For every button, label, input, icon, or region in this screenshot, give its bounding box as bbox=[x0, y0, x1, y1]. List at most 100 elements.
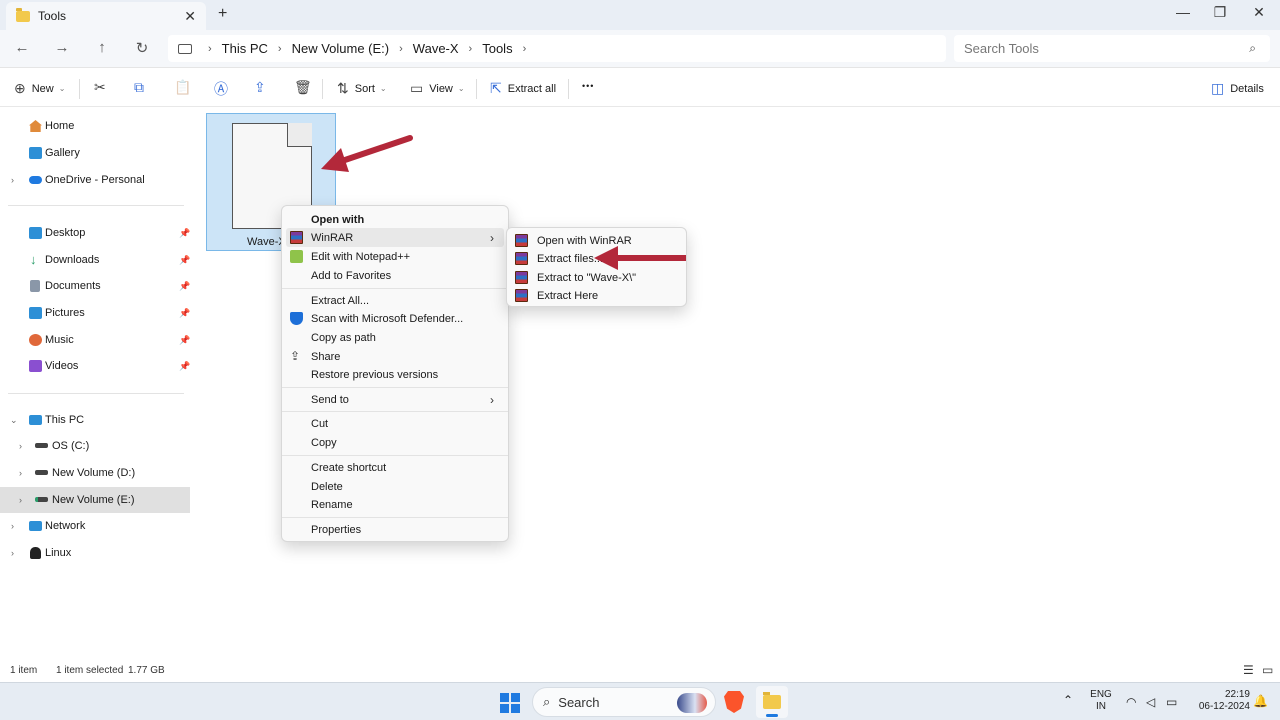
winrar-icon bbox=[515, 289, 528, 302]
start-button[interactable] bbox=[500, 693, 520, 713]
menu-item-label: Share bbox=[311, 350, 341, 363]
download-icon: ↓ bbox=[30, 252, 37, 267]
new-button[interactable]: ⊕ New ⌄ bbox=[14, 80, 65, 97]
menu-item-label: Extract All... bbox=[311, 294, 370, 307]
more-options-button[interactable]: ••• bbox=[582, 81, 594, 91]
sidebar-item-network[interactable]: › Network bbox=[0, 513, 190, 539]
battery-icon[interactable]: ▭ bbox=[1166, 695, 1177, 709]
rename-icon[interactable]: Ⓐ bbox=[214, 79, 228, 99]
volume-icon[interactable]: ◁ bbox=[1146, 695, 1155, 709]
sidebar-item-onedrive[interactable]: › OneDrive - Personal bbox=[0, 167, 190, 193]
search-input[interactable]: Search Tools ⌕ bbox=[954, 35, 1270, 62]
drive-icon bbox=[35, 497, 48, 502]
extract-all-button[interactable]: ⇱ Extract all bbox=[490, 80, 556, 97]
share-icon[interactable]: ⇪ bbox=[254, 79, 266, 96]
pin-icon[interactable]: 📌 bbox=[179, 335, 190, 346]
pin-icon[interactable]: 📌 bbox=[179, 281, 190, 292]
menu-item-cut[interactable]: Cut bbox=[286, 414, 504, 433]
sort-button[interactable]: ⇅ Sort ⌄ bbox=[337, 80, 387, 97]
details-view-icon[interactable]: ☰ bbox=[1243, 663, 1254, 677]
chevron-up-icon[interactable]: ⌃ bbox=[1063, 693, 1073, 707]
command-bar: ⊕ New ⌄ ✂ ⧉ 📋 Ⓐ ⇪ 🗑 ⇅ Sort ⌄ ▭ View ⌄ ⇱ … bbox=[0, 69, 1280, 107]
menu-item-winrar[interactable]: WinRAR › bbox=[286, 228, 504, 247]
menu-item-rename[interactable]: Rename bbox=[286, 495, 504, 514]
sidebar-item-this-pc[interactable]: ⌄ This PC bbox=[0, 407, 190, 433]
menu-item-create-shortcut[interactable]: Create shortcut bbox=[286, 458, 504, 477]
pin-icon[interactable]: 📌 bbox=[179, 255, 190, 266]
sidebar-item-linux[interactable]: › Linux bbox=[0, 540, 190, 566]
notification-bell-icon[interactable]: 🔔 bbox=[1253, 694, 1268, 708]
copy-icon[interactable]: ⧉ bbox=[134, 79, 144, 96]
winrar-icon bbox=[515, 234, 528, 247]
breadcrumb-separator: › bbox=[399, 42, 403, 55]
menu-item-edit-notepadpp[interactable]: Edit with Notepad++ bbox=[286, 247, 504, 266]
breadcrumb-this-pc[interactable]: This PC bbox=[222, 41, 268, 56]
folder-icon bbox=[763, 692, 781, 709]
back-button[interactable]: ← bbox=[12, 39, 32, 56]
sidebar-item-documents[interactable]: Documents 📌 bbox=[0, 273, 190, 299]
menu-item-properties[interactable]: Properties bbox=[286, 520, 504, 539]
breadcrumb-separator[interactable]: › bbox=[523, 43, 527, 55]
taskbar-search[interactable]: ⌕ Search bbox=[532, 687, 716, 717]
breadcrumb-new-volume-e[interactable]: New Volume (E:) bbox=[292, 41, 390, 56]
delete-icon[interactable]: 🗑 bbox=[294, 79, 312, 96]
chevron-right-icon[interactable]: › bbox=[19, 495, 22, 505]
menu-item-restore-versions[interactable]: Restore previous versions bbox=[286, 365, 504, 384]
new-tab-button[interactable]: + bbox=[218, 5, 227, 23]
menu-item-copy[interactable]: Copy bbox=[286, 433, 504, 452]
sort-icon: ⇅ bbox=[337, 80, 349, 96]
chevron-down-icon[interactable]: ⌄ bbox=[10, 415, 18, 426]
address-bar[interactable]: › This PC › New Volume (E:) › Wave-X › T… bbox=[168, 35, 946, 62]
submenu-item-extract-here[interactable]: Extract Here bbox=[511, 286, 684, 305]
forward-button[interactable]: → bbox=[52, 39, 72, 56]
chevron-right-icon[interactable]: › bbox=[11, 521, 14, 531]
sidebar-item-new-volume-e[interactable]: › New Volume (E:) bbox=[0, 487, 190, 513]
sidebar-item-new-volume-d[interactable]: › New Volume (D:) bbox=[0, 460, 190, 486]
paste-icon[interactable]: 📋 bbox=[174, 79, 191, 96]
tiles-view-icon[interactable]: ▭ bbox=[1262, 663, 1273, 677]
network-icon bbox=[29, 521, 42, 531]
chevron-right-icon[interactable]: › bbox=[19, 441, 22, 451]
chevron-right-icon[interactable]: › bbox=[11, 175, 14, 185]
breadcrumb-tools[interactable]: Tools bbox=[482, 41, 512, 56]
menu-item-scan-defender[interactable]: Scan with Microsoft Defender... bbox=[286, 309, 504, 328]
details-button[interactable]: ◫ Details bbox=[1211, 80, 1264, 97]
sidebar-item-os-c[interactable]: › OS (C:) bbox=[0, 433, 190, 459]
menu-item-share[interactable]: ⇪ Share bbox=[286, 347, 504, 366]
cut-icon[interactable]: ✂ bbox=[94, 79, 106, 96]
sidebar-item-home[interactable]: Home bbox=[0, 113, 190, 139]
chevron-right-icon[interactable]: › bbox=[11, 548, 14, 558]
language-indicator[interactable]: ENG IN bbox=[1088, 689, 1114, 713]
menu-divider bbox=[282, 455, 508, 456]
sidebar-item-pictures[interactable]: Pictures 📌 bbox=[0, 300, 190, 326]
pin-icon[interactable]: 📌 bbox=[179, 308, 190, 319]
defender-shield-icon bbox=[290, 312, 303, 325]
breadcrumb-wave-x[interactable]: Wave-X bbox=[413, 41, 459, 56]
refresh-button[interactable]: ↻ bbox=[132, 39, 152, 57]
chevron-right-icon[interactable]: › bbox=[19, 468, 22, 478]
clock[interactable]: 22:19 06-12-2024 bbox=[1190, 689, 1250, 713]
menu-item-add-favorites[interactable]: Add to Favorites bbox=[286, 266, 504, 285]
sidebar-item-downloads[interactable]: ↓ Downloads 📌 bbox=[0, 247, 190, 273]
menu-item-send-to[interactable]: Send to › bbox=[286, 390, 504, 409]
sidebar-item-music[interactable]: Music 📌 bbox=[0, 327, 190, 353]
close-window-button[interactable]: ✕ bbox=[1244, 4, 1274, 21]
sidebar-item-gallery[interactable]: Gallery bbox=[0, 140, 190, 166]
sidebar-item-desktop[interactable]: Desktop 📌 bbox=[0, 220, 190, 246]
wifi-icon[interactable]: ◠ bbox=[1126, 695, 1136, 709]
brave-browser-icon[interactable] bbox=[724, 691, 744, 713]
tab-close-icon[interactable]: ✕ bbox=[184, 8, 196, 25]
menu-item-copy-as-path[interactable]: Copy as path bbox=[286, 328, 504, 347]
maximize-button[interactable]: ❐ bbox=[1205, 4, 1235, 21]
menu-item-extract-all[interactable]: Extract All... bbox=[286, 291, 504, 310]
details-icon: ◫ bbox=[1211, 80, 1225, 96]
up-button[interactable]: ↑ bbox=[92, 39, 112, 56]
view-button[interactable]: ▭ View ⌄ bbox=[410, 80, 465, 97]
sidebar-item-videos[interactable]: Videos 📌 bbox=[0, 353, 190, 379]
minimize-button[interactable]: — bbox=[1168, 4, 1198, 20]
pin-icon[interactable]: 📌 bbox=[179, 228, 190, 239]
file-explorer-taskbar-button[interactable] bbox=[756, 686, 788, 718]
tab-tools[interactable]: Tools ✕ bbox=[6, 2, 206, 30]
menu-item-delete[interactable]: Delete bbox=[286, 477, 504, 496]
pin-icon[interactable]: 📌 bbox=[179, 361, 190, 372]
